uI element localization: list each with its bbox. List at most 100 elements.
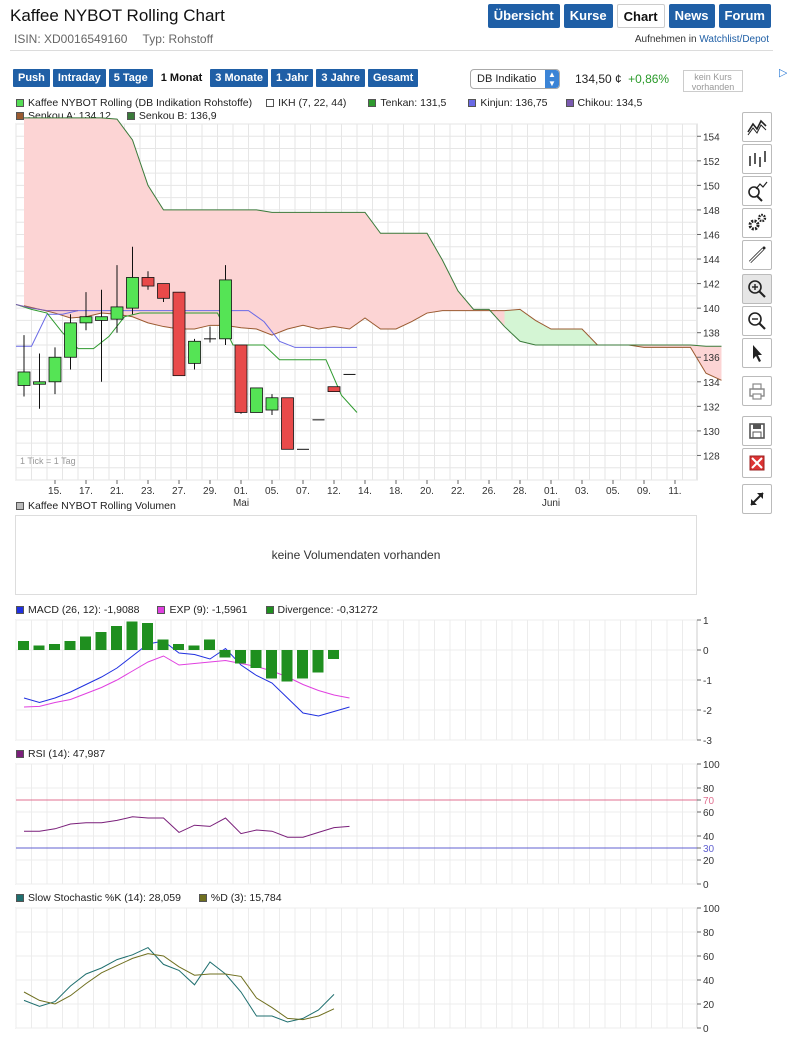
- rsi-swatch: [16, 750, 24, 758]
- candle-up: [64, 322, 77, 358]
- print-icon[interactable]: [742, 376, 772, 406]
- month-label: Mai: [233, 498, 249, 509]
- y-tick-label: 0: [703, 1024, 709, 1035]
- zoom-in-icon[interactable]: [742, 274, 772, 304]
- candle-down: [327, 386, 341, 393]
- kumo-cloud-segment: [380, 233, 396, 330]
- kumo-cloud-segment: [24, 117, 40, 310]
- x-tick-label: 21.: [110, 486, 124, 497]
- candle-up: [250, 387, 263, 413]
- divergence-bar: [204, 639, 215, 650]
- y-tick-label: 150: [703, 181, 720, 192]
- x-tick-label: 05.: [265, 486, 279, 497]
- y-tick-label: 134: [703, 378, 720, 389]
- kumo-cloud-segment: [256, 209, 272, 336]
- y-tick-label: 60: [703, 808, 715, 819]
- macd-legend: MACD (26, 12): -1,9088 EXP (9): -1,5961 …: [16, 604, 378, 616]
- ohlc-chart-icon[interactable]: [742, 144, 772, 174]
- y-tick-label: -2: [703, 706, 712, 717]
- y-tick-label: 0: [703, 646, 709, 657]
- y-tick-label: -1: [703, 676, 712, 687]
- kumo-cloud-segment: [566, 329, 582, 345]
- candle-down: [172, 291, 186, 377]
- divergence-bar: [64, 641, 76, 650]
- line-chart-icon[interactable]: [742, 112, 772, 142]
- month-label: Juni: [542, 498, 560, 509]
- x-tick-label: 22.: [451, 486, 465, 497]
- y-tick-label: 70: [703, 796, 715, 807]
- y-tick-label: 146: [703, 230, 720, 241]
- candle-down: [281, 397, 294, 450]
- y-tick-label: 40: [703, 976, 715, 987]
- candle-up: [79, 316, 93, 324]
- x-tick-label: 03.: [575, 486, 589, 497]
- settings-gears-icon[interactable]: [742, 208, 772, 238]
- kumo-cloud-segment: [287, 212, 303, 330]
- legend-label: Kaffee NYBOT Rolling Volumen: [28, 500, 176, 512]
- d-swatch: [198, 894, 207, 902]
- indicator-settings-icon[interactable]: [742, 176, 772, 206]
- y-tick-label: 100: [703, 760, 720, 771]
- volume-empty-text: keine Volumendaten vorhanden: [271, 548, 441, 562]
- kumo-cloud-segment: [411, 233, 427, 322]
- candle-up: [17, 371, 31, 386]
- stochastic-chart: 0 20 40 60 80 100: [15, 904, 720, 1035]
- divergence-bar: [219, 650, 231, 658]
- y-tick-label: 140: [703, 304, 720, 315]
- pointer-icon[interactable]: [742, 338, 772, 368]
- legend-label: RSI (14): 47,987: [28, 748, 106, 760]
- candle-up: [126, 277, 139, 309]
- draw-pen-icon[interactable]: [742, 240, 772, 270]
- stochastic-legend: Slow Stochastic %K (14): 28,059 %D (3): …: [16, 892, 282, 904]
- kumo-cloud-segment: [349, 212, 365, 330]
- legend-label: %D (3): 15,784: [210, 892, 282, 904]
- k-swatch: [16, 894, 24, 902]
- divergence-bar: [281, 650, 293, 682]
- price-chart[interactable]: 128 130 132 134 136 138 140 142 144 146 148 150 152 1…: [15, 117, 722, 509]
- kumo-cloud-segment: [551, 329, 567, 345]
- kumo-cloud-segment: [272, 212, 288, 336]
- y-tick-label: 152: [703, 157, 720, 168]
- tick-note: 1 Tick = 1 Tag: [20, 456, 76, 466]
- divergence-bar: [157, 639, 169, 650]
- x-tick-label: 09.: [637, 486, 651, 497]
- x-tick-label: 18.: [389, 486, 403, 497]
- y-tick-label: 100: [703, 904, 720, 915]
- divergence-bar: [173, 644, 184, 650]
- candle-up: [33, 381, 46, 385]
- y-tick-label: 20: [703, 1000, 715, 1011]
- macd-chart: -3 -2 -1 0 1: [15, 616, 712, 747]
- x-tick-label: 28.: [513, 486, 527, 497]
- divergence-bar: [266, 650, 277, 679]
- rsi-chart: 0 203040 607080 100: [15, 760, 720, 891]
- delete-icon[interactable]: [742, 448, 772, 478]
- x-tick-label: 01.: [544, 486, 558, 497]
- divergence-bar: [111, 626, 122, 650]
- x-tick-label: 07.: [296, 486, 310, 497]
- candle-down: [141, 277, 155, 287]
- divergence-swatch: [265, 606, 274, 614]
- divergence-bar: [312, 650, 324, 673]
- y-tick-label: 128: [703, 451, 720, 462]
- volume-legend: Kaffee NYBOT Rolling Volumen: [16, 500, 176, 512]
- y-tick-label: 60: [703, 952, 715, 963]
- kumo-cloud-segment: [303, 212, 319, 330]
- x-tick-label: 23.: [141, 486, 155, 497]
- x-tick-label: 17.: [79, 486, 93, 497]
- y-tick-label: 148: [703, 206, 720, 217]
- y-tick-label: 136: [703, 353, 720, 364]
- y-tick-label: 132: [703, 402, 720, 413]
- zoom-out-icon[interactable]: [742, 306, 772, 336]
- y-tick-label: 154: [703, 132, 720, 143]
- x-tick-label: 01.: [234, 486, 248, 497]
- save-icon[interactable]: [742, 416, 772, 446]
- divergence-bar: [18, 641, 29, 650]
- kumo-cloud-segment: [318, 212, 334, 330]
- divergence-bar: [33, 645, 45, 650]
- fullscreen-icon[interactable]: [742, 484, 772, 514]
- y-tick-label: 1: [703, 616, 709, 627]
- kumo-cloud-segment: [396, 233, 412, 330]
- legend-label: EXP (9): -1,5961: [169, 604, 248, 616]
- x-tick-label: 05.: [606, 486, 620, 497]
- y-tick-label: -3: [703, 736, 712, 747]
